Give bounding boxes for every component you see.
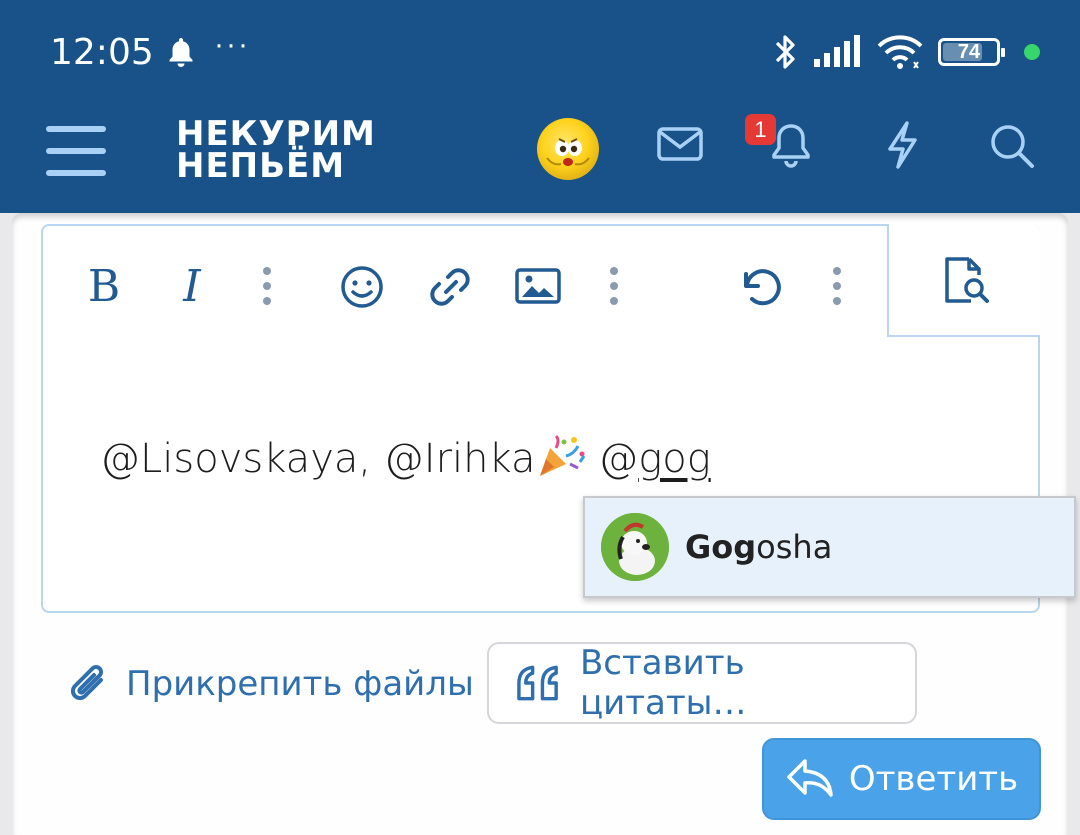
suggestion-avatar [601,513,669,581]
image-icon[interactable] [514,266,562,306]
privacy-indicator [1024,44,1040,60]
more-icon[interactable] [608,266,620,306]
notification-badge: 1 [745,114,776,145]
mail-icon[interactable] [656,124,704,164]
user-avatar[interactable] [537,118,599,180]
suggestion-name: Gogosha [685,528,832,566]
reply-icon [787,759,833,797]
preview-button[interactable] [887,224,1040,337]
editor-text-query: gog [638,436,711,482]
reply-button[interactable]: Ответить [762,738,1041,820]
battery-icon: 74 [938,38,1005,66]
status-time: 12:05 [50,32,154,73]
mention-suggestion[interactable]: Gogosha [583,496,1076,598]
signal-icon [814,35,860,67]
more-icon[interactable] [831,266,843,306]
more-icon[interactable] [261,266,273,306]
party-popper-icon [539,434,585,476]
bluetooth-icon [775,35,795,69]
editor-text-at: @ [585,436,639,482]
status-bell-icon [166,36,196,73]
status-more-icon: ··· [214,28,250,61]
wifi-icon [877,35,923,69]
insert-quotes-button[interactable]: Вставить цитаты… [487,642,917,724]
link-icon[interactable] [426,264,474,310]
attach-files-label: Прикрепить файлы [126,664,474,704]
lightning-icon[interactable] [880,120,924,170]
smiley-icon[interactable] [339,264,385,310]
app-header: 12:05 ··· 74 НЕКУРИМ НЕПЬЁМ 1 [0,0,1080,213]
preview-icon [944,256,989,303]
bold-button[interactable]: B [84,261,124,312]
undo-icon[interactable] [736,262,784,310]
insert-quotes-label: Вставить цитаты… [579,643,747,723]
quote-icon [517,665,558,701]
editor-text-mentions: @Lisovskaya, @Irihka [100,436,536,482]
reply-label: Ответить [848,759,1019,799]
suggestion-name-match: Gog [685,528,757,566]
italic-button[interactable]: I [172,261,212,312]
search-icon[interactable] [988,122,1038,172]
paperclip-icon [70,665,103,701]
battery-level: 74 [957,40,981,63]
status-icons: 74 [772,30,1040,74]
suggestion-name-rest: osha [756,528,833,566]
attach-files-button[interactable]: Прикрепить файлы [68,660,474,708]
logo-line2: НЕПЬЁМ [176,146,346,186]
editor-content[interactable]: @Lisovskaya, @Irihka @gog [100,434,711,482]
site-logo[interactable]: НЕКУРИМ НЕПЬЁМ [176,117,376,186]
menu-button[interactable] [46,126,106,176]
